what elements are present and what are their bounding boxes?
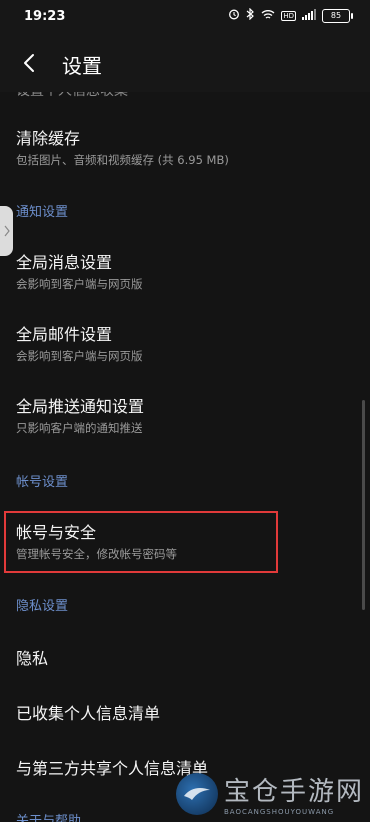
item-title: 清除缓存 [16, 129, 81, 148]
alarm-icon [228, 8, 240, 23]
item-subtitle: 包括图片、音频和视频缓存 (共 6.95 MB) [16, 153, 229, 167]
watermark: 宝仓手游网 BAOCANGSHOUYOUWANG [175, 771, 364, 816]
item-title: 隐私 [16, 649, 49, 668]
global-message-settings-item[interactable]: 全局消息设置 会影响到客户端与网页版 [16, 253, 143, 292]
wifi-icon [261, 9, 275, 23]
item-title: 已收集个人信息清单 [16, 704, 161, 723]
back-button[interactable] [14, 48, 44, 78]
status-bar: 19:23 HD 85 [0, 0, 370, 34]
section-about: 关于与帮助 [16, 814, 82, 822]
bluetooth-icon [246, 7, 255, 23]
hd-icon: HD [281, 10, 296, 21]
watermark-chinese: 宝仓手游网 [223, 777, 364, 807]
item-subtitle: 只影响客户端的通知推送 [16, 421, 143, 435]
watermark-logo-icon [175, 772, 218, 815]
chevron-left-icon [24, 54, 34, 72]
clipped-list-item[interactable]: 设置个人信息收集 [16, 92, 128, 100]
section-notification: 通知设置 [16, 205, 69, 220]
section-privacy: 隐私设置 [16, 599, 69, 614]
section-account: 帐号设置 [16, 475, 69, 490]
item-title: 全局邮件设置 [16, 325, 113, 344]
global-mail-settings-item[interactable]: 全局邮件设置 会影响到客户端与网页版 [16, 325, 143, 364]
battery-icon: 85 [322, 8, 353, 23]
collected-info-list-item[interactable]: 已收集个人信息清单 [16, 704, 160, 724]
global-push-settings-item[interactable]: 全局推送通知设置 只影响客户端的通知推送 [16, 397, 144, 436]
watermark-english: BAOCANGSHOUYOUWANG [223, 808, 335, 816]
page-title: 设置 [62, 54, 102, 78]
item-title: 全局消息设置 [16, 253, 113, 272]
signal-icon [302, 8, 316, 23]
scrollbar[interactable] [362, 400, 365, 610]
chevron-right-icon [4, 225, 10, 237]
highlight-box [4, 511, 278, 573]
privacy-item[interactable]: 隐私 [16, 649, 48, 669]
status-icons: HD 85 [228, 7, 353, 23]
settings-list: 设置个人信息收集 清除缓存 包括图片、音频和视频缓存 (共 6.95 MB) 通… [0, 92, 370, 822]
item-title: 全局推送通知设置 [16, 397, 145, 416]
side-drawer-handle[interactable] [0, 206, 13, 256]
item-subtitle: 会影响到客户端与网页版 [16, 277, 143, 291]
item-subtitle: 会影响到客户端与网页版 [16, 349, 143, 363]
clear-cache-item[interactable]: 清除缓存 包括图片、音频和视频缓存 (共 6.95 MB) [16, 129, 229, 168]
status-time: 19:23 [24, 9, 66, 24]
app-header: 设置 [0, 34, 370, 92]
